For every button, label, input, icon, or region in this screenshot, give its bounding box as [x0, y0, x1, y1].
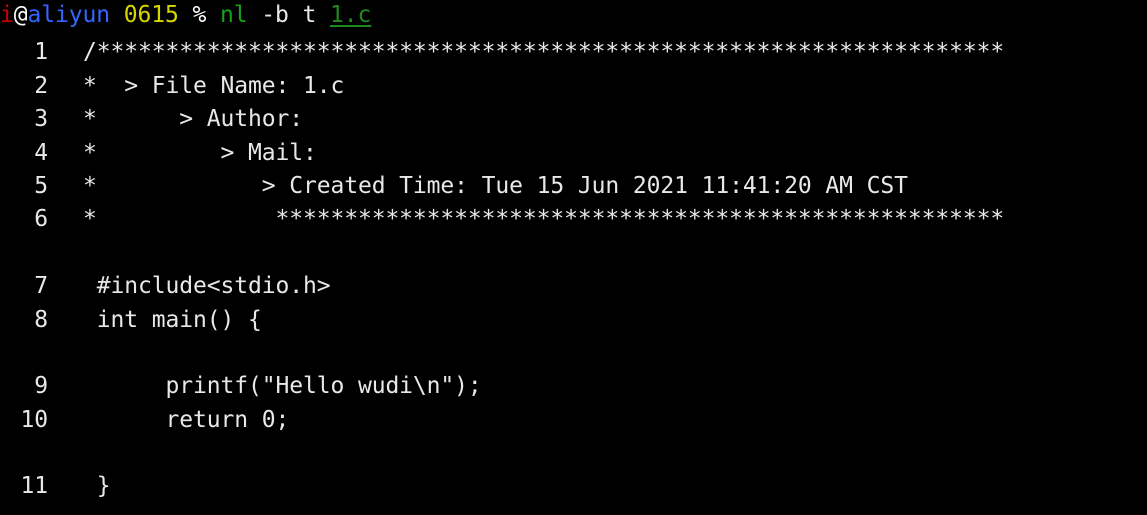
line-number: 6 — [34, 206, 48, 233]
line-number: 10 — [20, 406, 49, 433]
line-number: 9 — [34, 373, 48, 400]
output-line: 3 * > Author: — [0, 103, 1147, 136]
command-args: -b t — [261, 2, 317, 28]
line-number: 7 — [34, 273, 48, 300]
line-content: return 0; — [83, 406, 290, 433]
prompt-space-5 — [316, 2, 330, 28]
prompt-symbol: % — [192, 2, 207, 28]
line-number: 3 — [34, 106, 48, 133]
prompt-space-4 — [247, 2, 261, 28]
line-content: int main() { — [83, 306, 262, 333]
output-line: 8 int main() { — [0, 304, 1147, 337]
line-number: 5 — [34, 172, 48, 199]
line-content: #include<stdio.h> — [83, 273, 331, 300]
terminal-window[interactable]: i@aliyun 0615 % nl -b t 1.c 1 /**********… — [0, 0, 1147, 515]
line-content: * > Created Time: Tue 15 Jun 2021 11:41:… — [83, 172, 908, 199]
line-number: 1 — [34, 39, 48, 66]
output-line: 5 * > Created Time: Tue 15 Jun 2021 11:41… — [0, 170, 1147, 203]
line-number: 4 — [34, 139, 48, 166]
prompt-username: i — [0, 2, 14, 28]
command-filename[interactable]: 1.c — [330, 2, 371, 28]
line-content: } — [83, 473, 111, 500]
command-name: nl — [219, 2, 248, 28]
command-output: 1 /**************************************… — [0, 32, 1147, 503]
prompt-space-2 — [179, 2, 193, 28]
output-line: 1 /**************************************… — [0, 36, 1147, 69]
output-line: 6 * *************************************… — [0, 203, 1147, 236]
line-number: 8 — [34, 306, 48, 333]
prompt-hostname: aliyun — [27, 2, 111, 28]
line-content: * > Author: — [83, 106, 317, 133]
output-line: 11 } — [0, 470, 1147, 503]
line-content: * > File Name: 1.c — [83, 72, 345, 99]
prompt-at-symbol: @ — [13, 2, 28, 28]
output-line: 10 return 0; — [0, 404, 1147, 437]
line-content: * **************************************… — [83, 206, 1005, 233]
output-line: 4 * > Mail: — [0, 137, 1147, 170]
line-number: 2 — [34, 72, 48, 99]
prompt-space-1 — [110, 2, 124, 28]
output-line: 7 #include<stdio.h> — [0, 270, 1147, 303]
output-line: 9 printf("Hello wudi\n"); — [0, 370, 1147, 403]
prompt-directory: 0615 — [123, 2, 179, 28]
line-number: 11 — [20, 473, 49, 500]
prompt-space-3 — [206, 2, 220, 28]
line-content: printf("Hello wudi\n"); — [83, 373, 482, 400]
output-line: 2 * > File Name: 1.c — [0, 70, 1147, 103]
shell-prompt-line: i@aliyun 0615 % nl -b t 1.c — [0, 0, 1147, 32]
line-content: * > Mail: — [83, 139, 331, 166]
line-content: /***************************************… — [83, 39, 1005, 66]
